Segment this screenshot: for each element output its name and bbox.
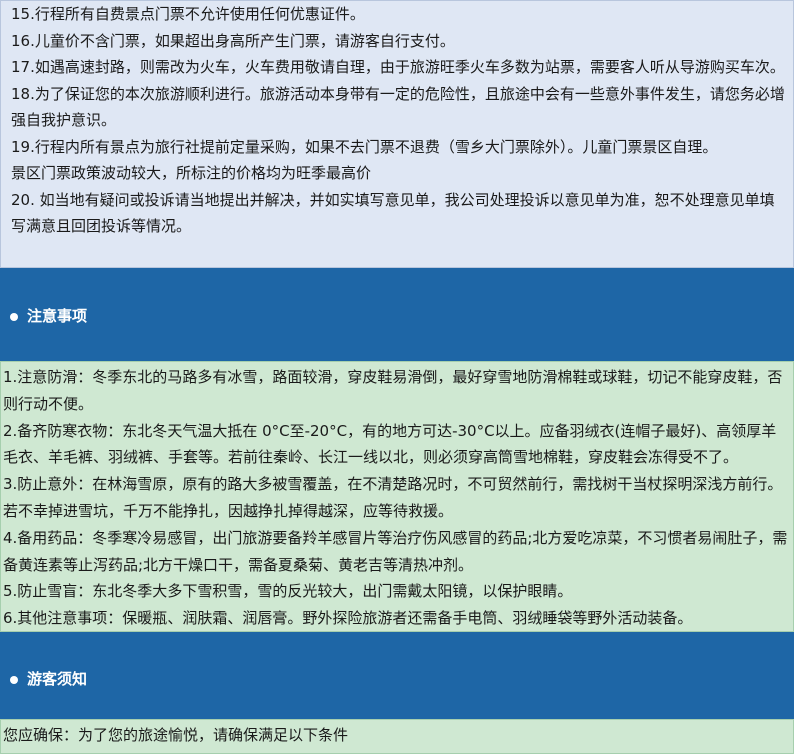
precautions-header: 注意事项: [0, 268, 794, 361]
itinerary-notes-box: 15.行程所有自费景点门票不允许使用任何优惠证件。 16.儿童价不含门票，如果超…: [0, 0, 794, 268]
bullet-dot-icon: [10, 313, 18, 321]
precaution-item-4: 4.备用药品：冬季寒冷易感冒，出门旅游要备羚羊感冒片等治疗伤风感冒的药品;北方爱…: [3, 528, 788, 574]
precautions-box: 1.注意防滑：冬季东北的马路多有冰雪，路面较滑，穿皮鞋易滑倒，最好穿雪地防滑棉鞋…: [0, 361, 794, 632]
note-line-16: 16.儿童价不含门票，如果超出身高所产生门票，请游客自行支付。: [11, 31, 455, 50]
precaution-item-3: 3.防止意外：在林海雪原，原有的路大多被雪覆盖，在不清楚路况时，不可贸然前行，需…: [3, 475, 783, 520]
note-line-20: 20. 如当地有疑问或投诉请当地提出并解决，并如实填写意见单，我公司处理投诉以意…: [11, 190, 775, 236]
note-line-15: 15.行程所有自费景点门票不允许使用任何优惠证件。: [11, 5, 365, 23]
precaution-item-2: 2.备齐防寒衣物：东北冬天气温大抵在 0°C至-20°C，有的地方可达-30°C…: [3, 421, 777, 467]
note-line-18: 18.为了保证您的本次旅游顺利进行。旅游活动本身带有一定的危险性，且旅途中会有一…: [11, 84, 785, 130]
visitor-notice-intro: 您应确保：为了您的旅途愉悦，请确保满足以下条件: [3, 726, 349, 744]
visitor-notice-box: 您应确保：为了您的旅途愉悦，请确保满足以下条件: [0, 719, 794, 754]
note-line-19-extra: 景区门票政策波动较大，所标注的价格均为旺季最高价: [11, 164, 372, 182]
precaution-item-6: 6.其他注意事项：保暖瓶、润肤霜、润唇膏。野外探险旅游者还需备手电筒、羽绒睡袋等…: [3, 609, 693, 628]
visitor-notice-header: 游客须知: [0, 632, 794, 719]
precaution-item-5: 5.防止雪盲：东北冬季大多下雪积雪，雪的反光较大，出门需戴太阳镜，以保护眼睛。: [3, 582, 573, 601]
note-line-17: 17.如遇高速封路，则需改为火车，火车费用敬请自理，由于旅游旺季火车多数为站票，…: [11, 58, 785, 76]
precautions-heading: 注意事项: [27, 307, 88, 325]
visitor-notice-heading: 游客须知: [27, 670, 88, 688]
bullet-dot-icon: [10, 676, 18, 684]
precaution-item-1: 1.注意防滑：冬季东北的马路多有冰雪，路面较滑，穿皮鞋易滑倒，最好穿雪地防滑棉鞋…: [3, 368, 783, 413]
note-line-19: 19.行程内所有景点为旅行社提前定量采购，如果不去门票不退费（雪乡大门票除外）。…: [11, 137, 718, 156]
